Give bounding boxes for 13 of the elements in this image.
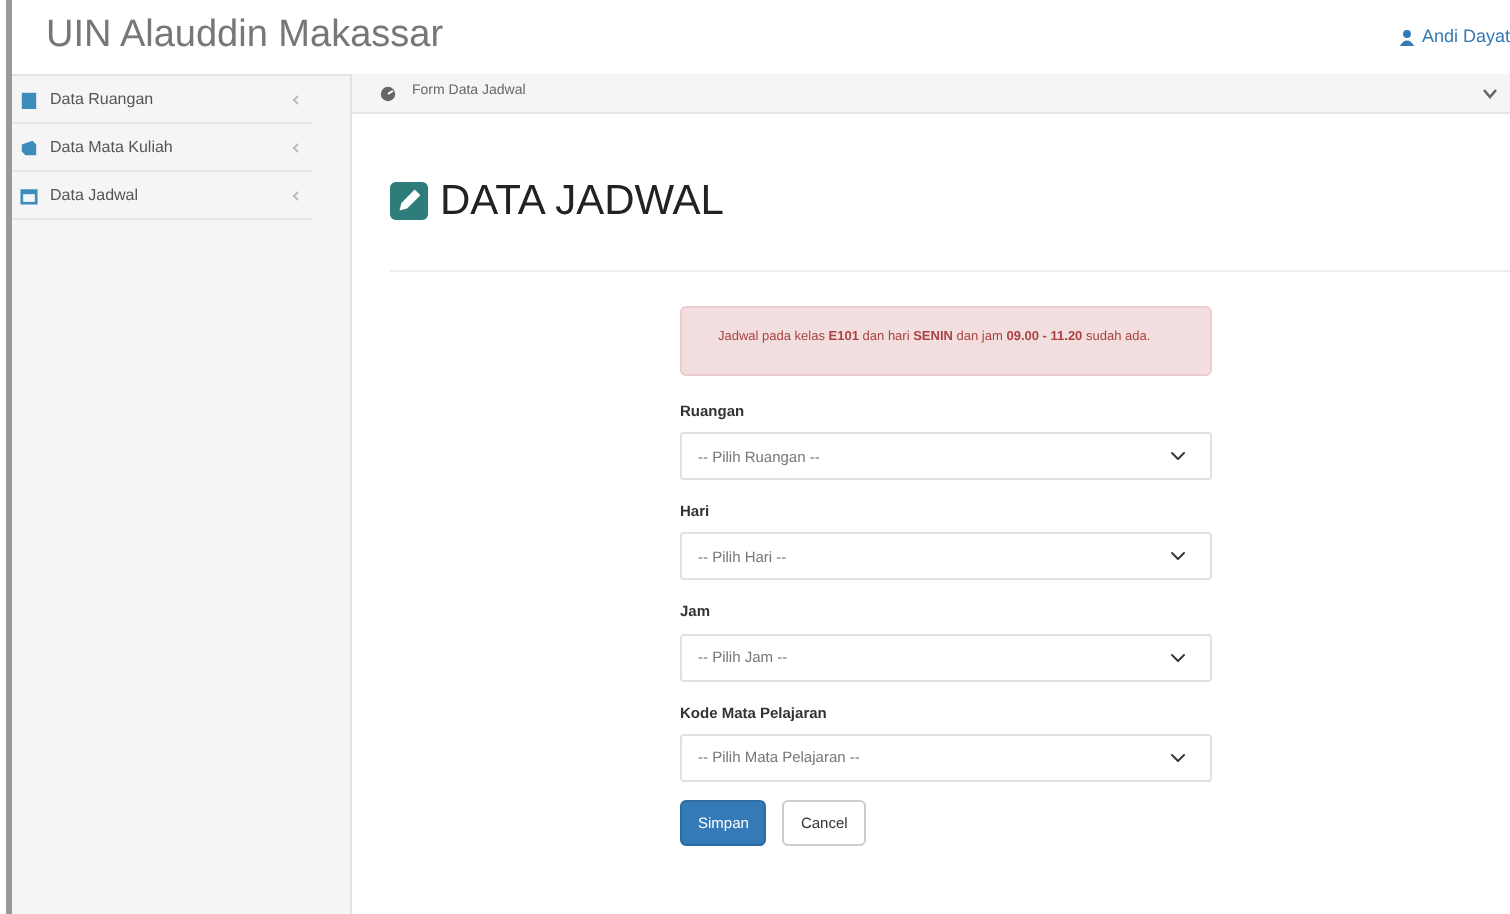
chevron-icon [292,93,300,105]
chevron-icon [292,189,300,201]
gauge-icon [380,85,396,101]
edit-icon [390,182,428,221]
chevron-icon [292,141,300,153]
sidebar-item[interactable]: Data Ruangan [12,76,312,124]
brand-title: UIN Alauddin Makassar [46,12,444,61]
user-menu[interactable]: Andi Dayat [1397,23,1510,51]
caret-icon[interactable] [1482,87,1498,99]
sidebar-item[interactable]: Data Jadwal [12,172,312,220]
sidebar-item[interactable]: Data Mata Kuliah [12,124,312,172]
user-icon [1397,28,1416,46]
page-title: DATA JADWAL [440,176,724,228]
